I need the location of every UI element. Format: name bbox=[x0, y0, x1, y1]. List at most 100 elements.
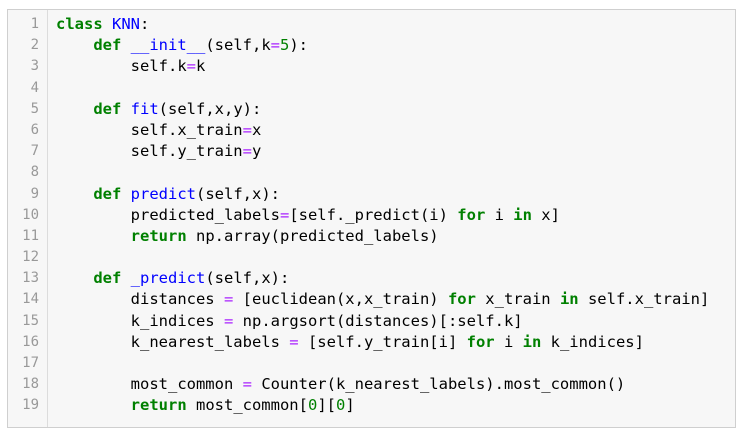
code-text[interactable]: self.x_train=x bbox=[56, 120, 262, 141]
code-text[interactable]: class KNN: bbox=[56, 14, 149, 35]
code-token: = bbox=[270, 36, 280, 55]
code-token: k_indices] bbox=[541, 332, 644, 351]
line-number: 12 bbox=[22, 249, 39, 266]
code-token: def bbox=[93, 184, 122, 203]
code-token: distances bbox=[56, 290, 224, 309]
code-line: 4 bbox=[8, 78, 735, 99]
code-token: def bbox=[93, 36, 122, 55]
code-token: self.x_train] bbox=[578, 290, 710, 309]
code-token: in bbox=[559, 290, 579, 309]
code-line: 17 bbox=[8, 353, 735, 374]
code-token: = bbox=[242, 375, 252, 394]
code-token: Counter(k_nearest_labels).most_common() bbox=[251, 375, 626, 394]
code-text[interactable]: k_nearest_labels = [self.y_train[i] for … bbox=[56, 332, 644, 353]
code-text[interactable]: k_indices = np.argsort(distances)[:self.… bbox=[56, 311, 523, 332]
line-number: 4 bbox=[30, 79, 39, 96]
code-text[interactable]: self.y_train=y bbox=[56, 141, 262, 162]
code-line: 10 predicted_labels=[self._predict(i) fo… bbox=[8, 205, 735, 226]
code-line: 16 k_nearest_labels = [self.y_train[i] f… bbox=[8, 332, 735, 353]
code-token: class bbox=[56, 15, 103, 33]
line-number: 11 bbox=[22, 227, 39, 244]
code-text[interactable]: def fit(self,x,y): bbox=[56, 99, 261, 120]
code-line: 13 def _predict(self,x): bbox=[8, 268, 735, 289]
code-token: = bbox=[242, 120, 252, 139]
line-number: 3 bbox=[30, 58, 39, 75]
code-line: 2 def __init__(self,k=5): bbox=[8, 35, 735, 56]
code-token: ): bbox=[289, 36, 309, 55]
code-token: : bbox=[140, 15, 150, 33]
code-token: ] bbox=[345, 396, 355, 415]
code-token: fit bbox=[130, 99, 159, 118]
code-token: (self,x): bbox=[196, 184, 280, 203]
code-token: in bbox=[513, 205, 532, 224]
code-token: (self,x,y): bbox=[158, 99, 262, 118]
line-number: 8 bbox=[30, 164, 39, 181]
code-line: 7 self.y_train=y bbox=[8, 141, 735, 162]
code-token: [self.y_train[i] bbox=[298, 332, 467, 351]
line-number: 15 bbox=[22, 312, 39, 329]
line-number: 19 bbox=[22, 397, 39, 414]
code-token: (self,k bbox=[205, 36, 271, 55]
code-line: 6 self.x_train=x bbox=[8, 120, 735, 141]
code-token: x bbox=[251, 120, 262, 139]
line-number: 2 bbox=[30, 37, 39, 54]
code-token: np.argsort(distances)[:self.k] bbox=[233, 311, 523, 330]
code-line: 18 most_common = Counter(k_nearest_label… bbox=[8, 374, 735, 395]
code-line: 1 class KNN: bbox=[8, 14, 735, 35]
code-token: [euclidean(x,x_train) bbox=[233, 290, 448, 309]
code-token: self.x_train bbox=[56, 120, 243, 139]
code-line: 9 def predict(self,x): bbox=[8, 184, 735, 205]
code-token: k_nearest_labels bbox=[56, 332, 290, 351]
code-text[interactable]: return np.array(predicted_labels) bbox=[56, 226, 439, 247]
code-token: self.y_train bbox=[56, 142, 243, 161]
code-text[interactable]: def predict(self,x): bbox=[56, 184, 280, 205]
code-token: [self._predict(i) bbox=[289, 205, 458, 224]
line-number: 9 bbox=[30, 185, 39, 202]
code-token: _predict bbox=[130, 269, 206, 288]
code-text[interactable]: def _predict(self,x): bbox=[56, 268, 289, 289]
code-token: in bbox=[522, 332, 542, 351]
code-line: 14 distances = [euclidean(x,x_train) for… bbox=[8, 289, 735, 310]
code-text[interactable]: return most_common[0][0] bbox=[56, 395, 355, 416]
code-line: 8 bbox=[8, 162, 735, 183]
code-token: return bbox=[130, 396, 187, 415]
code-token: for bbox=[466, 332, 495, 351]
code-token: = bbox=[186, 57, 196, 76]
code-token: def bbox=[93, 99, 122, 118]
code-token: ][ bbox=[317, 396, 336, 415]
code-text[interactable]: self.k=k bbox=[56, 56, 206, 77]
code-line: 15 k_indices = np.argsort(distances)[:se… bbox=[8, 311, 735, 332]
code-text[interactable]: def __init__(self,k=5): bbox=[56, 35, 308, 56]
code-token: for bbox=[447, 290, 476, 309]
code-text[interactable]: distances = [euclidean(x,x_train) for x_… bbox=[56, 289, 710, 310]
code-token: KNN bbox=[112, 15, 141, 33]
code-token: np.array(predicted_labels) bbox=[186, 226, 439, 245]
code-token: predicted_labels bbox=[56, 205, 280, 224]
code-token: for bbox=[457, 205, 486, 224]
code-text[interactable]: most_common = Counter(k_nearest_labels).… bbox=[56, 374, 626, 395]
code-token: = bbox=[223, 290, 234, 309]
code-token: = bbox=[223, 311, 234, 330]
code-line: 19 return most_common[0][0] bbox=[8, 395, 735, 416]
line-number: 13 bbox=[22, 270, 39, 287]
code-token: def bbox=[93, 269, 122, 288]
code-text[interactable]: predicted_labels=[self._predict(i) for i… bbox=[56, 205, 560, 226]
code-token: i bbox=[485, 205, 514, 224]
code-token: x] bbox=[531, 205, 560, 224]
line-number: 5 bbox=[30, 100, 39, 117]
line-number: 16 bbox=[22, 333, 39, 350]
code-cell[interactable]: 1 class KNN: 2 def __init__(self,k=5): 3 se… bbox=[7, 9, 736, 428]
code-line: 5 def fit(self,x,y): bbox=[8, 99, 735, 120]
code-line: 11 return np.array(predicted_labels) bbox=[8, 226, 735, 247]
code-token: y bbox=[251, 142, 262, 161]
code-token: x_train bbox=[475, 290, 560, 309]
code-token: k bbox=[196, 57, 206, 76]
